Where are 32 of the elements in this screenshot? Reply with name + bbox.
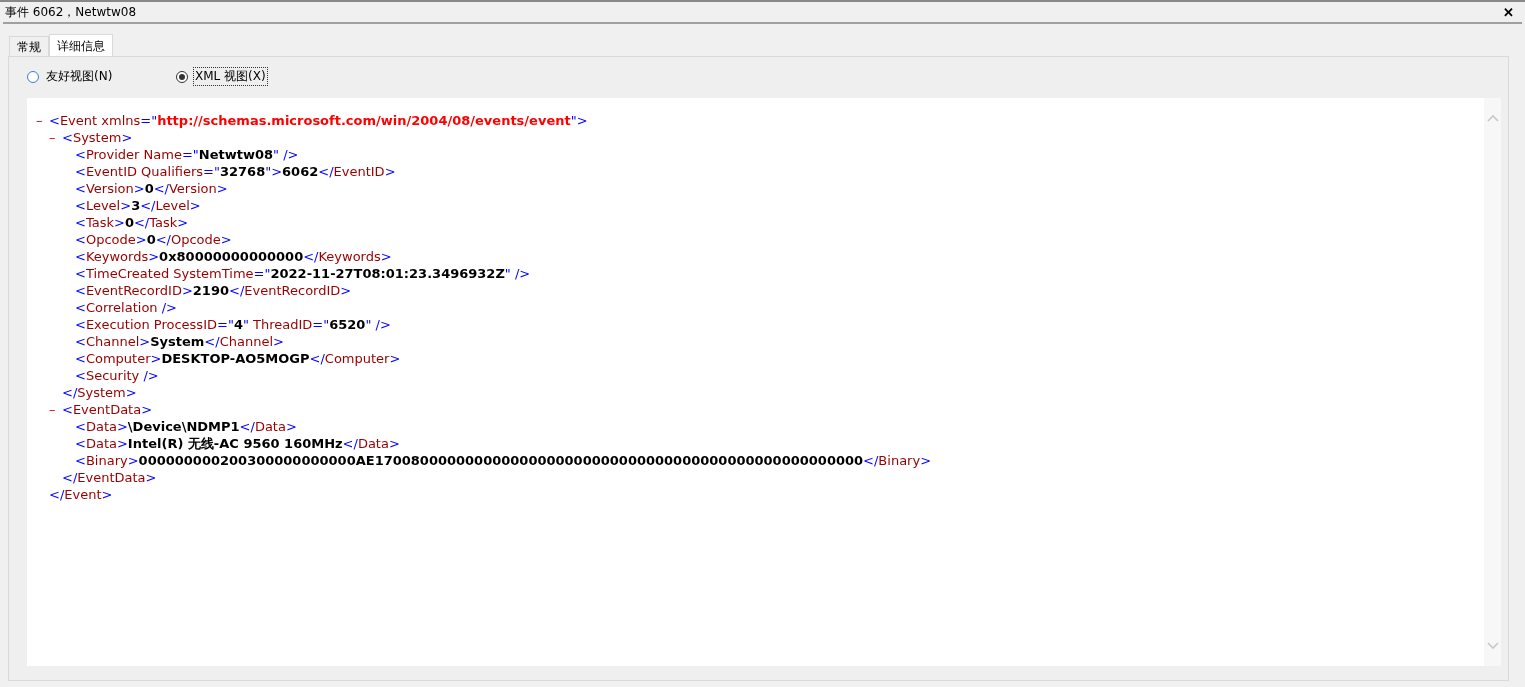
xml-code-line: <Version>0</Version> bbox=[75, 180, 228, 197]
window-title: 事件 6062，Netwtw08 bbox=[5, 3, 137, 21]
tab[interactable]: 常规 bbox=[9, 36, 49, 56]
xml-code-line: <EventID Qualifiers="32768">6062</EventID> bbox=[75, 163, 396, 180]
xml-code-line: <Execution ProcessID="4" ThreadID="6520" /> bbox=[75, 316, 391, 333]
xml-code-line: <Keywords>0x80000000000000</Keywords> bbox=[75, 248, 392, 265]
xml-code-line: <System> bbox=[62, 129, 133, 146]
xml-code-line: <Task>0</Task> bbox=[75, 214, 189, 231]
xml-code-line: <Security /> bbox=[75, 367, 159, 384]
xml-code-line: <Correlation /> bbox=[75, 299, 177, 316]
close-button[interactable]: ✕ bbox=[1497, 4, 1520, 20]
xml-code-line: <Computer>DESKTOP-AO5MOGP</Computer> bbox=[75, 350, 401, 367]
xml-code-line: </Event> bbox=[49, 486, 113, 503]
xml-code-line: <Provider Name="Netwtw08" /> bbox=[75, 146, 299, 163]
xml-code-line: </System> bbox=[62, 384, 137, 401]
xml-code-line: <Data>Intel(R) 无线-AC 9560 160MHz</Data> bbox=[75, 435, 400, 452]
xml-code-line: <Opcode>0</Opcode> bbox=[75, 231, 232, 248]
xml-code-line: <Binary>000000000200300000000000AE170080000000000000000000000000000000000000000000000000</Binary> bbox=[75, 452, 932, 469]
radio-label[interactable]: 友好视图(N) bbox=[44, 67, 115, 86]
collapse-toggle[interactable]: – bbox=[49, 129, 62, 146]
xml-code-line: <Event xmlns="http://schemas.microsoft.com/win/2004/08/events/event"> bbox=[49, 112, 588, 129]
radio-label[interactable]: XML 视图(X) bbox=[193, 67, 268, 86]
xml-code-line: <TimeCreated SystemTime="2022-11-27T08:01:23.3496932Z" /> bbox=[75, 265, 531, 282]
xml-code-line: </EventData> bbox=[62, 469, 157, 486]
collapse-toggle[interactable]: – bbox=[49, 401, 62, 418]
xml-code-line: <Data>\Device\NDMP1</Data> bbox=[75, 418, 297, 435]
xml-code-line: <Channel>System</Channel> bbox=[75, 333, 284, 350]
xml-code-line: <Level>3</Level> bbox=[75, 197, 201, 214]
tab[interactable]: 详细信息 bbox=[49, 34, 113, 56]
xml-code-line: <EventRecordID>2190</EventRecordID> bbox=[75, 282, 352, 299]
collapse-toggle[interactable]: – bbox=[36, 112, 49, 129]
xml-code-line: <EventData> bbox=[62, 401, 153, 418]
